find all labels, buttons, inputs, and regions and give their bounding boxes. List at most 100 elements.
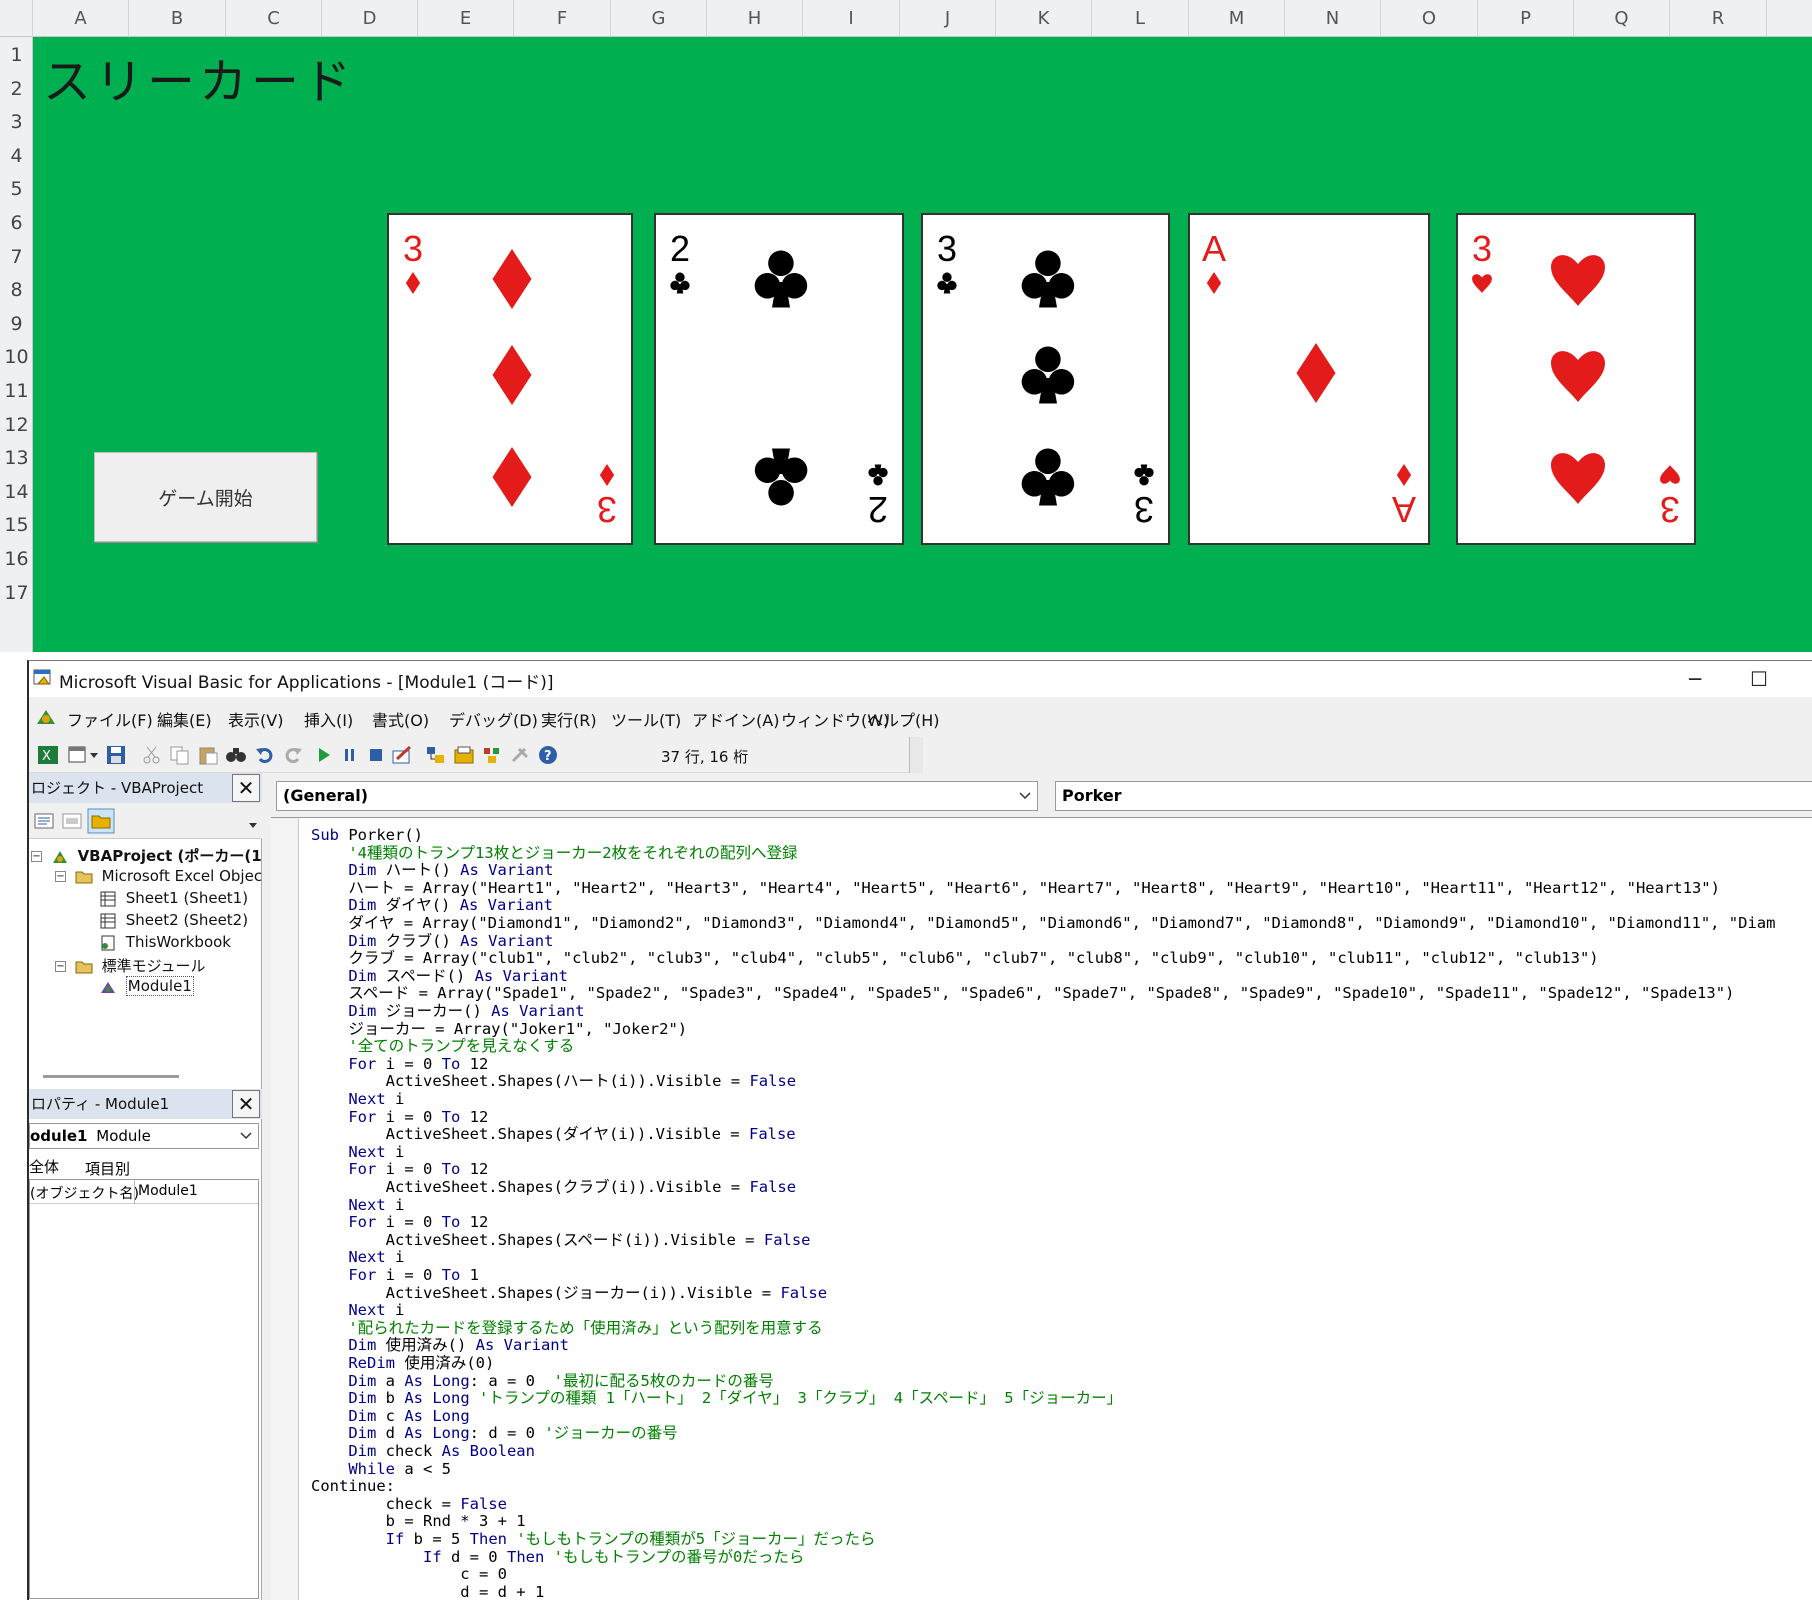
properties-icon[interactable] xyxy=(453,745,475,765)
column-header[interactable]: G xyxy=(611,0,707,37)
code-line[interactable]: Next i xyxy=(311,1301,404,1319)
code-editor[interactable]: Sub Porker() '4種類のトランプ13枚とジョーカー2枚をそれぞれの配… xyxy=(271,817,1812,1600)
property-value[interactable]: Module1 xyxy=(138,1183,198,1199)
code-line[interactable]: Next i xyxy=(311,1248,404,1266)
code-line[interactable]: Sub Porker() xyxy=(311,826,423,844)
menu-item[interactable]: 書式(O) xyxy=(372,707,429,731)
code-line[interactable]: Dim スペード() As Variant xyxy=(311,967,568,985)
playing-card[interactable]: 33 xyxy=(1456,213,1696,545)
playing-card[interactable]: 33 xyxy=(921,213,1170,545)
code-line[interactable]: Dim a As Long: a = 0 '最初に配る5枚のカードの番号 xyxy=(311,1372,774,1390)
playing-card[interactable]: 22 xyxy=(654,213,904,545)
tree-item-excel-objects[interactable]: − Microsoft Excel Objec xyxy=(55,867,262,885)
code-line[interactable]: Dim 使用済み() As Variant xyxy=(311,1336,569,1354)
row-header[interactable]: 14 xyxy=(0,481,33,503)
code-line[interactable]: b = Rnd * 3 + 1 xyxy=(311,1512,526,1530)
column-header[interactable]: E xyxy=(418,0,514,37)
menu-item[interactable]: デバッグ(D) xyxy=(449,707,538,731)
code-line[interactable]: ReDim 使用済み(0) xyxy=(311,1354,494,1372)
code-line[interactable]: Continue: xyxy=(311,1477,395,1495)
code-line[interactable]: Dim ダイヤ() As Variant xyxy=(311,896,553,914)
row-header[interactable]: 4 xyxy=(0,145,33,167)
column-header[interactable]: K xyxy=(996,0,1092,37)
column-header[interactable]: N xyxy=(1285,0,1381,37)
menu-item[interactable]: 実行(R) xyxy=(541,707,597,731)
code-line[interactable]: ダイヤ = Array("Diamond1", "Diamond2", "Dia… xyxy=(311,914,1775,932)
code-line[interactable]: ActiveSheet.Shapes(ハート(i)).Visible = Fal… xyxy=(311,1072,796,1090)
code-line[interactable]: Next i xyxy=(311,1090,404,1108)
code-line[interactable]: Dim クラブ() As Variant xyxy=(311,932,553,950)
column-header[interactable]: L xyxy=(1092,0,1189,37)
code-line[interactable]: c = 0 xyxy=(311,1565,507,1583)
row-header[interactable]: 5 xyxy=(0,178,33,200)
object-selector[interactable]: odule1 Module xyxy=(29,1123,259,1149)
code-line[interactable]: If b = 5 Then 'もしもトランプの種類が5「ジョーカー」だったら xyxy=(311,1530,876,1548)
insert-module-icon[interactable] xyxy=(67,745,89,765)
code-line[interactable]: Dim check As Boolean xyxy=(311,1442,535,1460)
code-line[interactable]: '配られたカードを登録するため「使用済み」という配列を用意する xyxy=(311,1319,822,1337)
tree-item-vbaproject[interactable]: − VBAProject (ポーカー(1 xyxy=(31,845,262,866)
collapse-toggle-icon[interactable]: − xyxy=(31,851,42,862)
menu-item[interactable]: ツール(T) xyxy=(611,707,681,731)
row-header[interactable]: 11 xyxy=(0,380,33,402)
procedure-combobox[interactable]: Porker xyxy=(1055,781,1812,811)
row-header[interactable]: 6 xyxy=(0,212,33,234)
code-line[interactable]: For i = 0 To 12 xyxy=(311,1160,488,1178)
code-line[interactable]: ActiveSheet.Shapes(ダイヤ(i)).Visible = Fal… xyxy=(311,1125,796,1143)
row-header[interactable]: 15 xyxy=(0,514,33,536)
code-line[interactable]: Dim c As Long xyxy=(311,1407,469,1425)
row-header[interactable]: 16 xyxy=(0,548,33,570)
row-header[interactable]: 17 xyxy=(0,582,33,604)
column-header[interactable]: P xyxy=(1478,0,1574,37)
paste-icon[interactable] xyxy=(197,745,219,765)
run-icon[interactable] xyxy=(313,745,335,765)
code-line[interactable]: Dim ハート() As Variant xyxy=(311,861,553,879)
column-header[interactable]: B xyxy=(129,0,226,37)
code-line[interactable]: For i = 0 To 12 xyxy=(311,1213,488,1231)
reset-icon[interactable] xyxy=(365,745,387,765)
code-line[interactable]: ActiveSheet.Shapes(クラブ(i)).Visible = Fal… xyxy=(311,1178,796,1196)
collapse-toggle-icon[interactable]: − xyxy=(55,961,66,972)
view-object-icon[interactable] xyxy=(61,811,83,831)
code-line[interactable]: '4種類のトランプ13枚とジョーカー2枚をそれぞれの配列へ登録 xyxy=(311,844,797,862)
start-game-button[interactable]: ゲーム開始 xyxy=(94,452,317,542)
row-header[interactable]: 13 xyxy=(0,447,33,469)
minimize-button[interactable]: ─ xyxy=(1675,665,1715,693)
column-header[interactable]: F xyxy=(514,0,611,37)
code-line[interactable]: For i = 0 To 12 xyxy=(311,1055,488,1073)
excel-view-icon[interactable]: X xyxy=(37,745,59,765)
column-header[interactable]: D xyxy=(322,0,418,37)
toggle-folders-icon[interactable] xyxy=(87,808,115,834)
column-header[interactable]: Q xyxy=(1574,0,1670,37)
code-line[interactable]: Next i xyxy=(311,1143,404,1161)
code-line[interactable]: While a < 5 xyxy=(311,1460,451,1478)
code-line[interactable]: ジョーカー = Array("Joker1", "Joker2") xyxy=(311,1020,687,1038)
menu-item[interactable]: 挿入(I) xyxy=(304,707,353,731)
menu-item[interactable]: 表示(V) xyxy=(228,707,283,731)
code-line[interactable]: Dim d As Long: d = 0 'ジョーカーの番号 xyxy=(311,1424,677,1442)
row-header[interactable]: 1 xyxy=(0,44,33,66)
code-line[interactable]: Dim ジョーカー() As Variant xyxy=(311,1002,584,1020)
tab-categorized[interactable]: 項目別 xyxy=(85,1158,130,1179)
code-line[interactable]: check = False xyxy=(311,1495,507,1513)
view-code-icon[interactable] xyxy=(33,811,55,831)
row-header[interactable]: 12 xyxy=(0,414,33,436)
column-header[interactable]: I xyxy=(803,0,900,37)
maximize-button[interactable]: ☐ xyxy=(1739,665,1779,693)
tree-item-thisworkbook[interactable]: ThisWorkbook xyxy=(99,933,231,951)
save-icon[interactable] xyxy=(105,745,127,765)
margin-indicator-bar[interactable] xyxy=(271,818,299,1600)
toolbox-icon[interactable] xyxy=(509,745,531,765)
code-line[interactable]: Dim b As Long 'トランプの種類 1「ハート」 2「ダイヤ」 3「ク… xyxy=(311,1389,1122,1407)
redo-icon[interactable] xyxy=(281,745,303,765)
help-icon[interactable]: ? xyxy=(537,745,559,765)
code-line[interactable]: クラブ = Array("club1", "club2", "club3", "… xyxy=(311,949,1598,967)
code-line[interactable]: For i = 0 To 12 xyxy=(311,1108,488,1126)
find-icon[interactable] xyxy=(225,745,247,765)
row-header[interactable]: 2 xyxy=(0,78,33,100)
code-line[interactable]: '全てのトランプを見えなくする xyxy=(311,1037,574,1055)
project-pane-close-button[interactable]: ✕ xyxy=(232,774,260,802)
column-header[interactable]: J xyxy=(900,0,996,37)
column-header[interactable]: R xyxy=(1670,0,1767,37)
object-combobox[interactable]: (General) xyxy=(276,781,1038,811)
